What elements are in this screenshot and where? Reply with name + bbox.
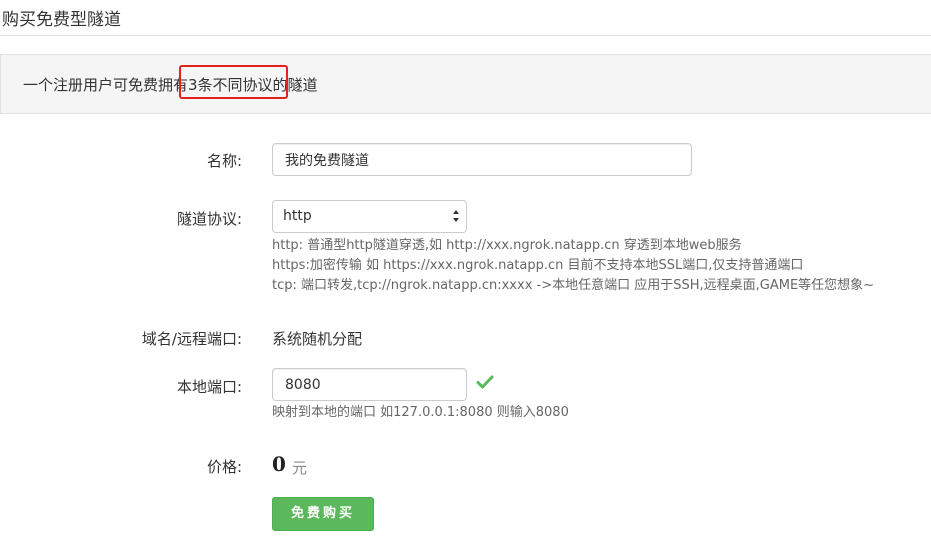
- domain-port-label: 域名/远程端口:: [141, 330, 242, 348]
- price-label: 价格:: [206, 458, 242, 476]
- protocol-help-http: http: 普通型http隧道穿透,如 http://xxx.ngrok.nat…: [272, 238, 742, 253]
- title-divider: [0, 35, 931, 36]
- page: 购买免费型隧道 一个注册用户可免费拥有3条不同协议的隧道 名称: 隧道协议: h…: [0, 0, 931, 537]
- price-unit: 元: [292, 459, 308, 477]
- name-label: 名称:: [206, 152, 242, 170]
- free-buy-button[interactable]: 免费购买: [272, 497, 374, 531]
- protocol-label: 隧道协议:: [176, 210, 242, 228]
- protocol-select-value: http: [283, 208, 312, 224]
- protocol-help-https: https:加密传输 如 https://xxx.ngrok.natapp.cn…: [272, 258, 804, 273]
- up-down-arrows-icon: [453, 210, 459, 222]
- highlight-annotation-box: [179, 65, 288, 99]
- notice-panel: 一个注册用户可免费拥有3条不同协议的隧道: [0, 54, 931, 114]
- check-icon: [476, 375, 494, 389]
- protocol-help-tcp: tcp: 端口转发,tcp://ngrok.natapp.cn:xxxx ->本…: [272, 278, 875, 293]
- local-port-input[interactable]: [272, 368, 467, 401]
- local-port-label: 本地端口:: [176, 378, 242, 396]
- page-title: 购买免费型隧道: [2, 10, 121, 30]
- price-value: 0: [272, 452, 286, 476]
- name-input[interactable]: [272, 143, 692, 176]
- local-port-help: 映射到本地的端口 如127.0.0.1:8080 则输入8080: [272, 405, 569, 420]
- protocol-select[interactable]: http: [272, 200, 467, 233]
- domain-port-value: 系统随机分配: [272, 330, 363, 348]
